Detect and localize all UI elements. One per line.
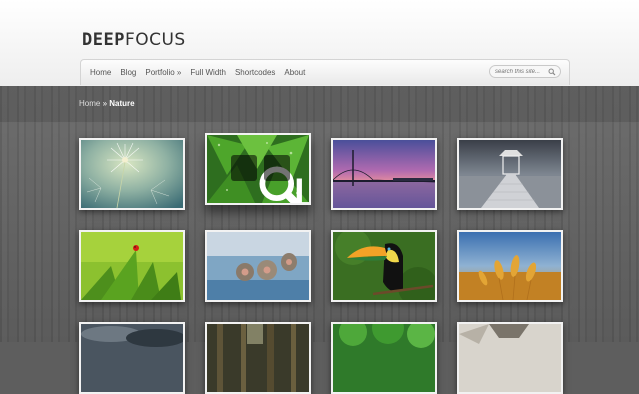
magnifier-icon[interactable] bbox=[231, 155, 302, 203]
search-box bbox=[489, 65, 561, 78]
site-logo[interactable]: DEEPFOCUS bbox=[82, 30, 186, 50]
search-icon[interactable] bbox=[548, 68, 556, 76]
nav-item-about[interactable]: About bbox=[284, 68, 305, 77]
gallery-item-bridge[interactable] bbox=[331, 138, 437, 210]
nav-item-portfolio[interactable]: Portfolio » bbox=[145, 68, 181, 77]
pier-thumbnail bbox=[459, 140, 561, 208]
gallery-item-ladybug[interactable] bbox=[79, 230, 185, 302]
monkeys-thumbnail bbox=[207, 232, 309, 300]
gallery-item-forest[interactable] bbox=[205, 322, 311, 394]
breadcrumb-bar: Home » Nature bbox=[0, 86, 639, 123]
breadcrumb: Home » Nature bbox=[79, 99, 135, 108]
wheat-thumbnail bbox=[459, 232, 561, 300]
gallery-item-green-forest[interactable] bbox=[331, 322, 437, 394]
gallery-item-wolf[interactable] bbox=[457, 322, 563, 394]
gallery-item-leaves[interactable] bbox=[205, 133, 311, 205]
gallery-item-wheat[interactable] bbox=[457, 230, 563, 302]
gallery-item-pier[interactable] bbox=[457, 138, 563, 210]
nav-item-blog[interactable]: Blog bbox=[120, 68, 136, 77]
gallery-item-sky[interactable] bbox=[79, 322, 185, 394]
sky-thumbnail bbox=[81, 324, 183, 392]
bridge-thumbnail bbox=[333, 140, 435, 208]
gallery-item-dandelion[interactable] bbox=[79, 138, 185, 210]
gallery-item-monkeys[interactable] bbox=[205, 230, 311, 302]
forest-thumbnail bbox=[207, 324, 309, 392]
wolf-thumbnail bbox=[459, 324, 561, 392]
nav-item-shortcodes[interactable]: Shortcodes bbox=[235, 68, 275, 77]
nav-item-home[interactable]: Home bbox=[90, 68, 111, 77]
gallery-item-toucan[interactable] bbox=[331, 230, 437, 302]
nav-item-full-width[interactable]: Full Width bbox=[190, 68, 226, 77]
main-content: Home » Nature bbox=[0, 86, 639, 342]
toucan-thumbnail bbox=[333, 232, 435, 300]
breadcrumb-current: Nature bbox=[109, 99, 135, 108]
green-forest-thumbnail bbox=[333, 324, 435, 392]
ladybug-thumbnail bbox=[81, 232, 183, 300]
dandelion-thumbnail bbox=[81, 140, 183, 208]
main-navigation: Home Blog Portfolio » Full Width Shortco… bbox=[80, 59, 570, 85]
hover-overlay bbox=[207, 135, 309, 203]
nav-menu: Home Blog Portfolio » Full Width Shortco… bbox=[90, 68, 314, 77]
site-header: DEEPFOCUS Home Blog Portfolio » Full Wid… bbox=[0, 0, 639, 86]
breadcrumb-separator: » bbox=[102, 99, 108, 108]
search-input[interactable] bbox=[495, 67, 547, 77]
breadcrumb-home-link[interactable]: Home bbox=[79, 99, 100, 108]
external-link-icon[interactable] bbox=[264, 155, 309, 203]
